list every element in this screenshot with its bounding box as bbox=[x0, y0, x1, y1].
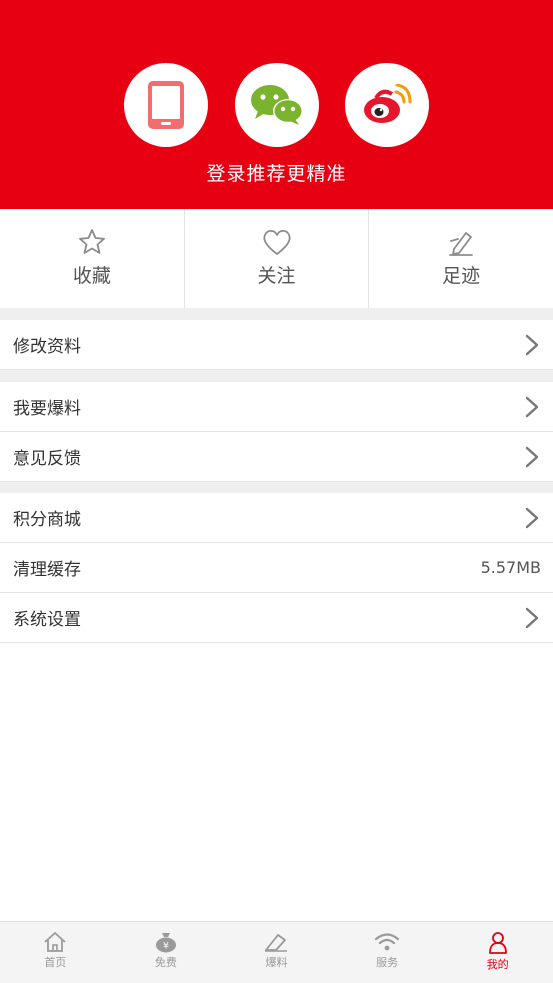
phone-login-button[interactable] bbox=[124, 63, 208, 147]
quick-actions: 收藏 关注 足迹 bbox=[0, 209, 553, 308]
tab-mine-label: 我的 bbox=[486, 958, 509, 971]
section-divider bbox=[0, 308, 553, 320]
favorites-label: 收藏 bbox=[72, 265, 111, 287]
points-mall-label: 积分商城 bbox=[13, 510, 81, 530]
tab-service-label: 服务 bbox=[376, 956, 399, 969]
history-label: 足迹 bbox=[442, 265, 481, 287]
edit-profile-row[interactable]: 修改资料 bbox=[0, 320, 553, 370]
clear-cache-label: 清理缓存 bbox=[13, 560, 81, 580]
tab-home-label: 首页 bbox=[44, 956, 67, 969]
submit-tip-label: 我要爆料 bbox=[13, 399, 81, 419]
feedback-row[interactable]: 意见反馈 bbox=[0, 432, 553, 482]
pen-icon bbox=[449, 232, 474, 256]
home-icon bbox=[44, 932, 66, 952]
wifi-icon bbox=[374, 933, 400, 951]
bottom-tab-bar: 首页 ¥ 免费 爆料 服务 我的 bbox=[0, 921, 553, 983]
follow-label: 关注 bbox=[257, 265, 296, 287]
clear-cache-row[interactable]: 清理缓存 5.57MB bbox=[0, 543, 553, 593]
eraser-icon bbox=[265, 934, 288, 952]
chevron-right-icon bbox=[525, 446, 539, 467]
tab-free[interactable]: ¥ 免费 bbox=[111, 922, 222, 983]
star-icon bbox=[78, 229, 105, 254]
weibo-login-button[interactable] bbox=[345, 63, 429, 147]
heart-icon bbox=[262, 229, 291, 255]
edit-profile-label: 修改资料 bbox=[13, 337, 81, 357]
cache-size-value: 5.57MB bbox=[480, 558, 541, 577]
chevron-right-icon bbox=[525, 396, 539, 417]
chevron-right-icon bbox=[525, 507, 539, 528]
follow-button[interactable]: 关注 bbox=[185, 209, 370, 308]
tab-mine[interactable]: 我的 bbox=[442, 922, 553, 983]
history-button[interactable]: 足迹 bbox=[369, 209, 553, 308]
settings-row[interactable]: 系统设置 bbox=[0, 593, 553, 643]
wechat-icon bbox=[251, 85, 303, 125]
phone-icon bbox=[148, 81, 184, 129]
login-header: 登录推荐更精准 bbox=[0, 0, 553, 209]
section-divider bbox=[0, 481, 553, 493]
svg-text:¥: ¥ bbox=[163, 942, 169, 952]
tab-tips[interactable]: 爆料 bbox=[221, 922, 332, 983]
submit-tip-row[interactable]: 我要爆料 bbox=[0, 382, 553, 432]
settings-label: 系统设置 bbox=[13, 610, 81, 630]
tab-free-label: 免费 bbox=[154, 956, 177, 969]
money-bag-icon: ¥ bbox=[155, 933, 176, 953]
tab-service[interactable]: 服务 bbox=[332, 922, 443, 983]
feedback-label: 意见反馈 bbox=[13, 449, 81, 469]
section-divider bbox=[0, 370, 553, 382]
tab-home[interactable]: 首页 bbox=[0, 922, 111, 983]
points-mall-row[interactable]: 积分商城 bbox=[0, 493, 553, 543]
tab-tips-label: 爆料 bbox=[265, 956, 288, 969]
chevron-right-icon bbox=[525, 607, 539, 628]
favorites-button[interactable]: 收藏 bbox=[0, 209, 185, 308]
user-icon bbox=[488, 932, 507, 954]
chevron-right-icon bbox=[525, 334, 539, 355]
login-hint: 登录推荐更精准 bbox=[206, 163, 347, 185]
wechat-login-button[interactable] bbox=[235, 63, 319, 147]
weibo-icon bbox=[364, 84, 412, 123]
